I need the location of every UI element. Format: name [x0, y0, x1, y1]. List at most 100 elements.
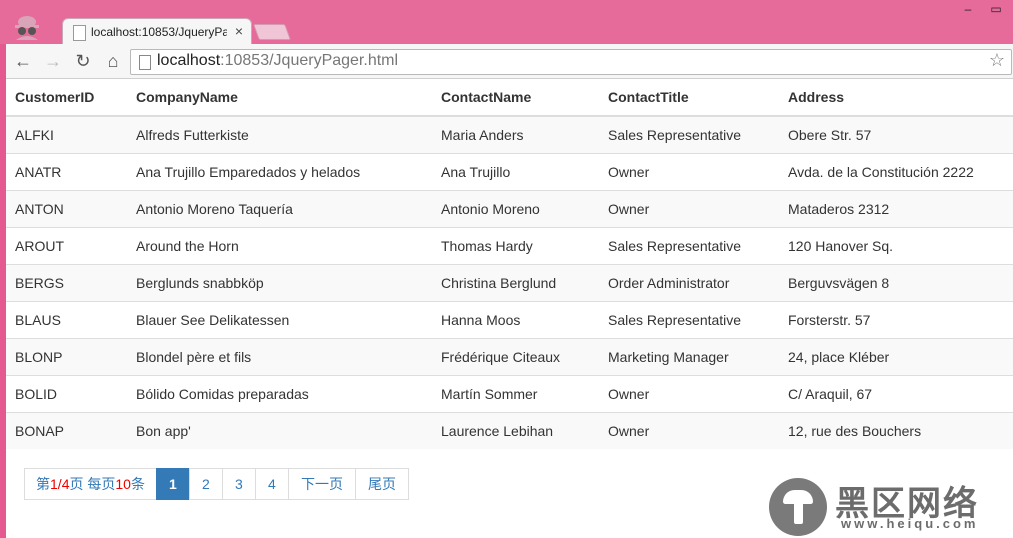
table-cell: Sales Representative	[599, 301, 779, 339]
table-cell: Alfreds Futterkiste	[127, 115, 432, 154]
table-cell: Around the Horn	[127, 227, 432, 265]
maximize-button[interactable]: ▭	[987, 2, 1005, 16]
column-header: ContactTitle	[599, 79, 779, 117]
table-cell: ALFKI	[6, 115, 127, 154]
table-cell: BLONP	[6, 338, 127, 376]
table-cell: Ana Trujillo Emparedados y helados	[127, 153, 432, 191]
table-cell: Berglunds snabbköp	[127, 264, 432, 302]
next-page-link[interactable]: 下一页	[287, 468, 356, 500]
table-row: ALFKI Alfreds Futterkiste Maria Anders Sale…	[6, 115, 1013, 154]
page-info-mid: 页 每页	[69, 476, 116, 492]
window-controls: ‒ ▭	[959, 2, 1005, 16]
table-cell: Owner	[599, 190, 779, 228]
browser-toolbar: ← → ↻ ⌂ localhost:10853/JqueryPager.html…	[6, 44, 1013, 79]
url-path: :10853/JqueryPager.html	[220, 52, 399, 69]
last-page-link[interactable]: 尾页	[354, 468, 409, 500]
table-cell: Christina Berglund	[432, 264, 599, 302]
table-cell: ANATR	[6, 153, 127, 191]
table-cell: Berguvsvägen 8	[779, 264, 1013, 302]
table-cell: Obere Str. 57	[779, 115, 1013, 154]
table-cell: BLAUS	[6, 301, 127, 339]
page-icon	[139, 55, 151, 70]
table-row: ANTON Antonio Moreno Taquería Antonio More…	[6, 190, 1013, 228]
table-cell: 120 Hanover Sq.	[779, 227, 1013, 265]
tab-title: localhost:10853/JqueryPager.html	[91, 25, 227, 39]
customers-table: CustomerID CompanyName ContactName Conta…	[6, 79, 1013, 449]
table-cell: Sales Representative	[599, 115, 779, 154]
table-cell: Hanna Moos	[432, 301, 599, 339]
table-cell: Antonio Moreno	[432, 190, 599, 228]
table-row: BERGS Berglunds snabbköp Christina Berglun…	[6, 264, 1013, 302]
table-row: AROUT Around the Horn Thomas Hardy Sales Re…	[6, 227, 1013, 265]
column-header: ContactName	[432, 79, 599, 117]
pagination: 第 1/4 页 每页 10 条 1 2 3 4 下一页 尾页	[24, 468, 409, 500]
page-link-2[interactable]: 2	[188, 468, 223, 500]
page-info-suffix: 条	[130, 476, 145, 492]
table-cell: C/ Araquil, 67	[779, 375, 1013, 413]
table-cell: BOLID	[6, 375, 127, 413]
table-cell: Laurence Lebihan	[432, 412, 599, 449]
page-info: 第 1/4 页 每页 10 条	[24, 468, 157, 500]
table-cell: Blondel père et fils	[127, 338, 432, 376]
table-cell: AROUT	[6, 227, 127, 265]
table-row: BLAUS Blauer See Delikatessen Hanna Moos Sa…	[6, 301, 1013, 339]
bookmark-star-icon[interactable]: ☆	[989, 50, 1005, 71]
url-host: localhost	[157, 52, 221, 69]
minimize-button[interactable]: ‒	[959, 2, 977, 16]
table-row: BOLID Bólido Comidas preparadas Martín Som…	[6, 375, 1013, 413]
watermark-url: www.heiqu.com	[841, 516, 979, 531]
page-link-1[interactable]: 1	[155, 468, 190, 500]
page-link-3[interactable]: 3	[221, 468, 256, 500]
table-cell: Bon app'	[127, 412, 432, 449]
url-text[interactable]: localhost:10853/JqueryPager.html	[157, 52, 398, 70]
table-cell: Maria Anders	[432, 115, 599, 154]
tab-close-icon[interactable]: ×	[235, 23, 243, 39]
table-cell: Antonio Moreno Taquería	[127, 190, 432, 228]
table-cell: 12, rue des Bouchers	[779, 412, 1013, 449]
back-icon[interactable]: ←	[12, 50, 34, 72]
table-cell: Thomas Hardy	[432, 227, 599, 265]
table-cell: ANTON	[6, 190, 127, 228]
incognito-icon	[15, 16, 39, 40]
table-cell: Martín Sommer	[432, 375, 599, 413]
table-cell: Owner	[599, 375, 779, 413]
address-bar[interactable]: localhost:10853/JqueryPager.html ☆	[130, 49, 1012, 75]
page-content: CustomerID CompanyName ContactName Conta…	[6, 79, 1013, 538]
table-cell: Owner	[599, 153, 779, 191]
table-cell: BONAP	[6, 412, 127, 449]
browser-tab[interactable]: localhost:10853/JqueryPager.html ×	[62, 18, 252, 45]
per-page-count: 10	[115, 476, 131, 492]
table-cell: Frédérique Citeaux	[432, 338, 599, 376]
watermark-logo-icon	[769, 478, 827, 536]
table-cell: Bólido Comidas preparadas	[127, 375, 432, 413]
table-row: BONAP Bon app' Laurence Lebihan Owner 12, ru…	[6, 412, 1013, 449]
total-pages: 4	[61, 476, 70, 492]
site-watermark: 黑区网络 www.heiqu.com	[769, 476, 1001, 536]
table-cell: Owner	[599, 412, 779, 449]
table-cell: Avda. de la Constitución 2222	[779, 153, 1013, 191]
table-cell: Sales Representative	[599, 227, 779, 265]
table-cell: 24, place Kléber	[779, 338, 1013, 376]
forward-icon[interactable]: →	[42, 50, 64, 72]
table-cell: Order Administrator	[599, 264, 779, 302]
table-cell: Forsterstr. 57	[779, 301, 1013, 339]
table-cell: Ana Trujillo	[432, 153, 599, 191]
current-page: 1	[50, 476, 58, 492]
page-info-prefix: 第	[36, 476, 50, 492]
table-cell: Marketing Manager	[599, 338, 779, 376]
column-header: CustomerID	[6, 79, 127, 117]
table-header-row: CustomerID CompanyName ContactName Conta…	[6, 79, 1013, 117]
table-cell: Mataderos 2312	[779, 190, 1013, 228]
new-tab-button[interactable]	[253, 24, 291, 40]
column-header: CompanyName	[127, 79, 432, 117]
table-cell: BERGS	[6, 264, 127, 302]
browser-titlebar: localhost:10853/JqueryPager.html × ‒ ▭	[0, 0, 1013, 45]
reload-icon[interactable]: ↻	[72, 50, 94, 72]
table-row: ANATR Ana Trujillo Emparedados y helados A…	[6, 153, 1013, 191]
page-favicon-icon	[73, 25, 86, 41]
home-icon[interactable]: ⌂	[102, 50, 124, 72]
column-header: Address	[779, 79, 1013, 117]
page-link-4[interactable]: 4	[254, 468, 289, 500]
table-row: BLONP Blondel père et fils Frédérique Cite…	[6, 338, 1013, 376]
table-cell: Blauer See Delikatessen	[127, 301, 432, 339]
